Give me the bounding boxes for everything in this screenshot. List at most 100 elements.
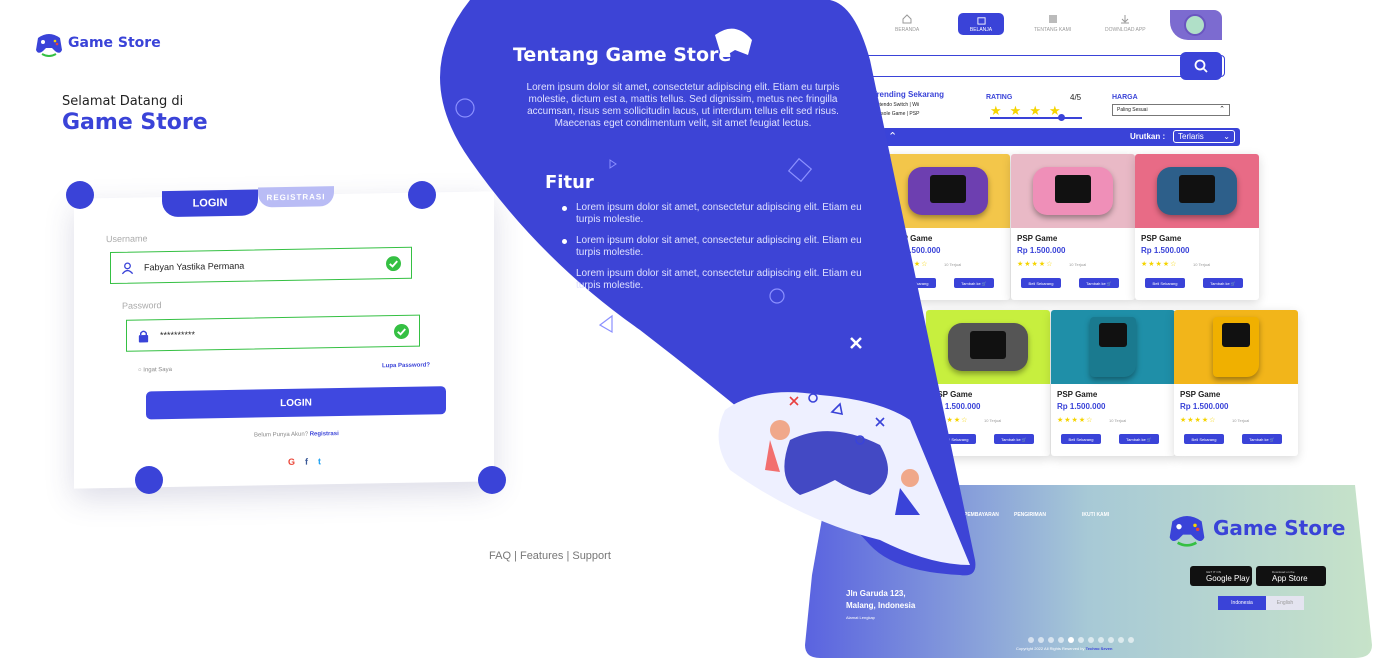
brand-name: Game Store [68, 35, 161, 51]
console-image [1213, 317, 1259, 377]
product-card[interactable]: PSP Game Rp 1.500.000 ★★★★☆ 10 Terjual Beli … [1135, 154, 1259, 300]
gamepad-logo-icon [36, 34, 62, 57]
copyright-text: Copyright 2022 All Rights Reserved by [1016, 646, 1085, 651]
lang-english-button[interactable]: English [1266, 596, 1304, 610]
rating-slider-handle[interactable] [1058, 114, 1065, 121]
password-field[interactable]: ********** [126, 314, 420, 352]
features-list: Lorem ipsum dolor sit amet, consectetur … [560, 202, 885, 301]
no-account-text: Belum Punya Akun? Registrasi [254, 431, 339, 438]
app-store-label: App Store [1272, 573, 1308, 583]
product-image[interactable] [926, 310, 1050, 384]
product-image[interactable] [886, 154, 1010, 228]
product-rating-stars: ★★★★☆ [892, 261, 929, 268]
nav-home[interactable]: BERANDA [895, 14, 919, 33]
app-store-button[interactable]: Download on the App Store [1256, 566, 1326, 586]
login-button[interactable]: LOGIN [146, 386, 446, 420]
product-card[interactable]: PSP Game Rp 1.500.000 ★★★★☆ 10 Terjual Beli … [1011, 154, 1135, 300]
product-card[interactable]: PSP Game Rp 1.500.000 ★★★★☆ 10 Terjual Beli … [1051, 310, 1175, 456]
add-to-cart-button[interactable]: Tambah ke 🛒 [994, 434, 1034, 444]
buy-now-button[interactable]: Beli Sekarang [1021, 278, 1061, 288]
user-avatar[interactable] [1170, 10, 1222, 40]
remember-me-checkbox[interactable]: ○ Ingat Saya [138, 367, 172, 374]
price-select-value: Paling Sesuai [1117, 107, 1148, 113]
product-name: PSP Game [932, 390, 973, 399]
google-icon[interactable]: G [288, 457, 295, 467]
register-link[interactable]: Registrasi [310, 431, 339, 438]
product-price: Rp 1.500.000 [892, 246, 941, 255]
decor-dot [478, 466, 506, 494]
product-name: PSP Game [1180, 390, 1221, 399]
no-account-label: Belum Punya Akun? [254, 431, 309, 439]
nav-about[interactable]: TENTANG KAMI [1034, 14, 1071, 33]
buy-now-button[interactable]: Beli Sekarang [1184, 434, 1224, 444]
trending-item[interactable]: Console Game | PSP [872, 111, 944, 117]
features-title: Fitur [545, 172, 594, 193]
product-image[interactable] [1174, 310, 1298, 384]
add-to-cart-button[interactable]: Tambah ke 🛒 [1119, 434, 1159, 444]
trending-panel: Trending Sekarang Nintendo Switch | Wii … [872, 90, 944, 117]
buy-now-button[interactable]: Beli Sekarang [1145, 278, 1185, 288]
nav-download-label: DOWNLOAD APP [1105, 27, 1146, 33]
carousel-dots[interactable] [1028, 637, 1134, 643]
google-play-button[interactable]: GET IT ON Google Play [1190, 566, 1252, 586]
facebook-icon[interactable]: f [305, 457, 308, 467]
cart-icon: 🛒 [1230, 280, 1236, 286]
footer-links[interactable]: FAQ | Features | Support [489, 550, 611, 562]
add-to-cart-label: Tambah ke [1086, 280, 1106, 286]
add-to-cart-button[interactable]: Tambah ke 🛒 [1079, 278, 1119, 288]
product-name: PSP Game [1057, 390, 1098, 399]
product-rating-stars: ★★★★☆ [1141, 261, 1178, 268]
chevron-up-icon[interactable]: ⌃ [888, 130, 897, 143]
product-image[interactable] [1051, 310, 1175, 384]
product-name: PSP Game [1141, 234, 1182, 243]
twitter-icon[interactable]: t [318, 456, 321, 466]
product-card[interactable]: PSP Game Rp 1.500.000 ★★★★☆ 10 Terjual Beli … [926, 310, 1050, 456]
add-to-cart-label: Tambah ke [1126, 436, 1146, 442]
add-to-cart-button[interactable]: Tambah ke 🛒 [954, 278, 994, 288]
username-label: Username [106, 233, 148, 245]
trending-item[interactable]: Nintendo Switch | Wii [872, 102, 944, 108]
address-line-2: Malang, Indonesia [846, 601, 916, 610]
remember-label: Ingat Saya [143, 366, 172, 374]
search-button[interactable] [1180, 52, 1222, 80]
add-to-cart-button[interactable]: Tambah ke 🛒 [1242, 434, 1282, 444]
copyright-brand: Techno Seven [1085, 646, 1113, 651]
buy-now-button[interactable]: Beli Sekarang [1061, 434, 1101, 444]
product-card[interactable]: PSP Game Rp 1.500.000 ★★★★☆ 10 Terjual Beli … [886, 154, 1010, 300]
footer-logo[interactable]: Game Store [1165, 508, 1345, 548]
sort-select-value: Terlaris [1178, 132, 1204, 141]
tab-login[interactable]: LOGIN [162, 189, 258, 218]
product-sold-count: 10 Terjual [984, 418, 1002, 423]
product-card[interactable]: PSP Game Rp 1.500.000 ★★★★☆ 10 Terjual Beli … [1174, 310, 1298, 456]
nav-shop[interactable]: BELANJA [958, 13, 1004, 35]
nav-download[interactable]: DOWNLOAD APP [1105, 14, 1146, 33]
forgot-password-link[interactable]: Lupa Password? [382, 362, 430, 369]
product-price: Rp 1.500.000 [932, 402, 981, 411]
username-field[interactable]: Fabyan Yastika Permana [110, 246, 412, 285]
shop-icon [976, 16, 986, 25]
product-image[interactable] [1011, 154, 1135, 228]
product-rating-stars: ★★★★☆ [1017, 261, 1054, 268]
product-name: PSP Game [1017, 234, 1058, 243]
cart-icon: 🛒 [1106, 280, 1112, 286]
price-select[interactable]: Paling Sesuai ⌃ [1112, 104, 1230, 116]
social-login: G f t [288, 456, 321, 467]
add-to-cart-label: Tambah ke [1210, 280, 1230, 286]
add-to-cart-button[interactable]: Tambah ke 🛒 [1203, 278, 1243, 288]
rating-slider-track[interactable] [990, 117, 1082, 119]
sort-select[interactable]: Terlaris ⌄ [1173, 130, 1235, 143]
lang-indonesia-button[interactable]: Indonesia [1218, 596, 1266, 610]
product-rating-stars: ★★★★☆ [1180, 417, 1217, 424]
buy-now-button[interactable]: Beli Sekarang [936, 434, 976, 444]
product-sold-count: 10 Terjual [1069, 262, 1087, 267]
buy-now-button[interactable]: Beli Sekarang [896, 278, 936, 288]
avatar-image [1184, 14, 1206, 36]
footer-follow-heading: IKUTI KAMI [1082, 512, 1110, 518]
product-image[interactable] [1135, 154, 1259, 228]
tab-register[interactable]: REGISTRASI [258, 186, 334, 208]
brand-logo[interactable]: Game Store [34, 28, 161, 58]
footer-payment-heading: PEMBAYARAN [964, 512, 999, 518]
download-icon [1121, 15, 1130, 24]
search-input[interactable] [850, 55, 1225, 77]
console-image [1033, 167, 1113, 215]
